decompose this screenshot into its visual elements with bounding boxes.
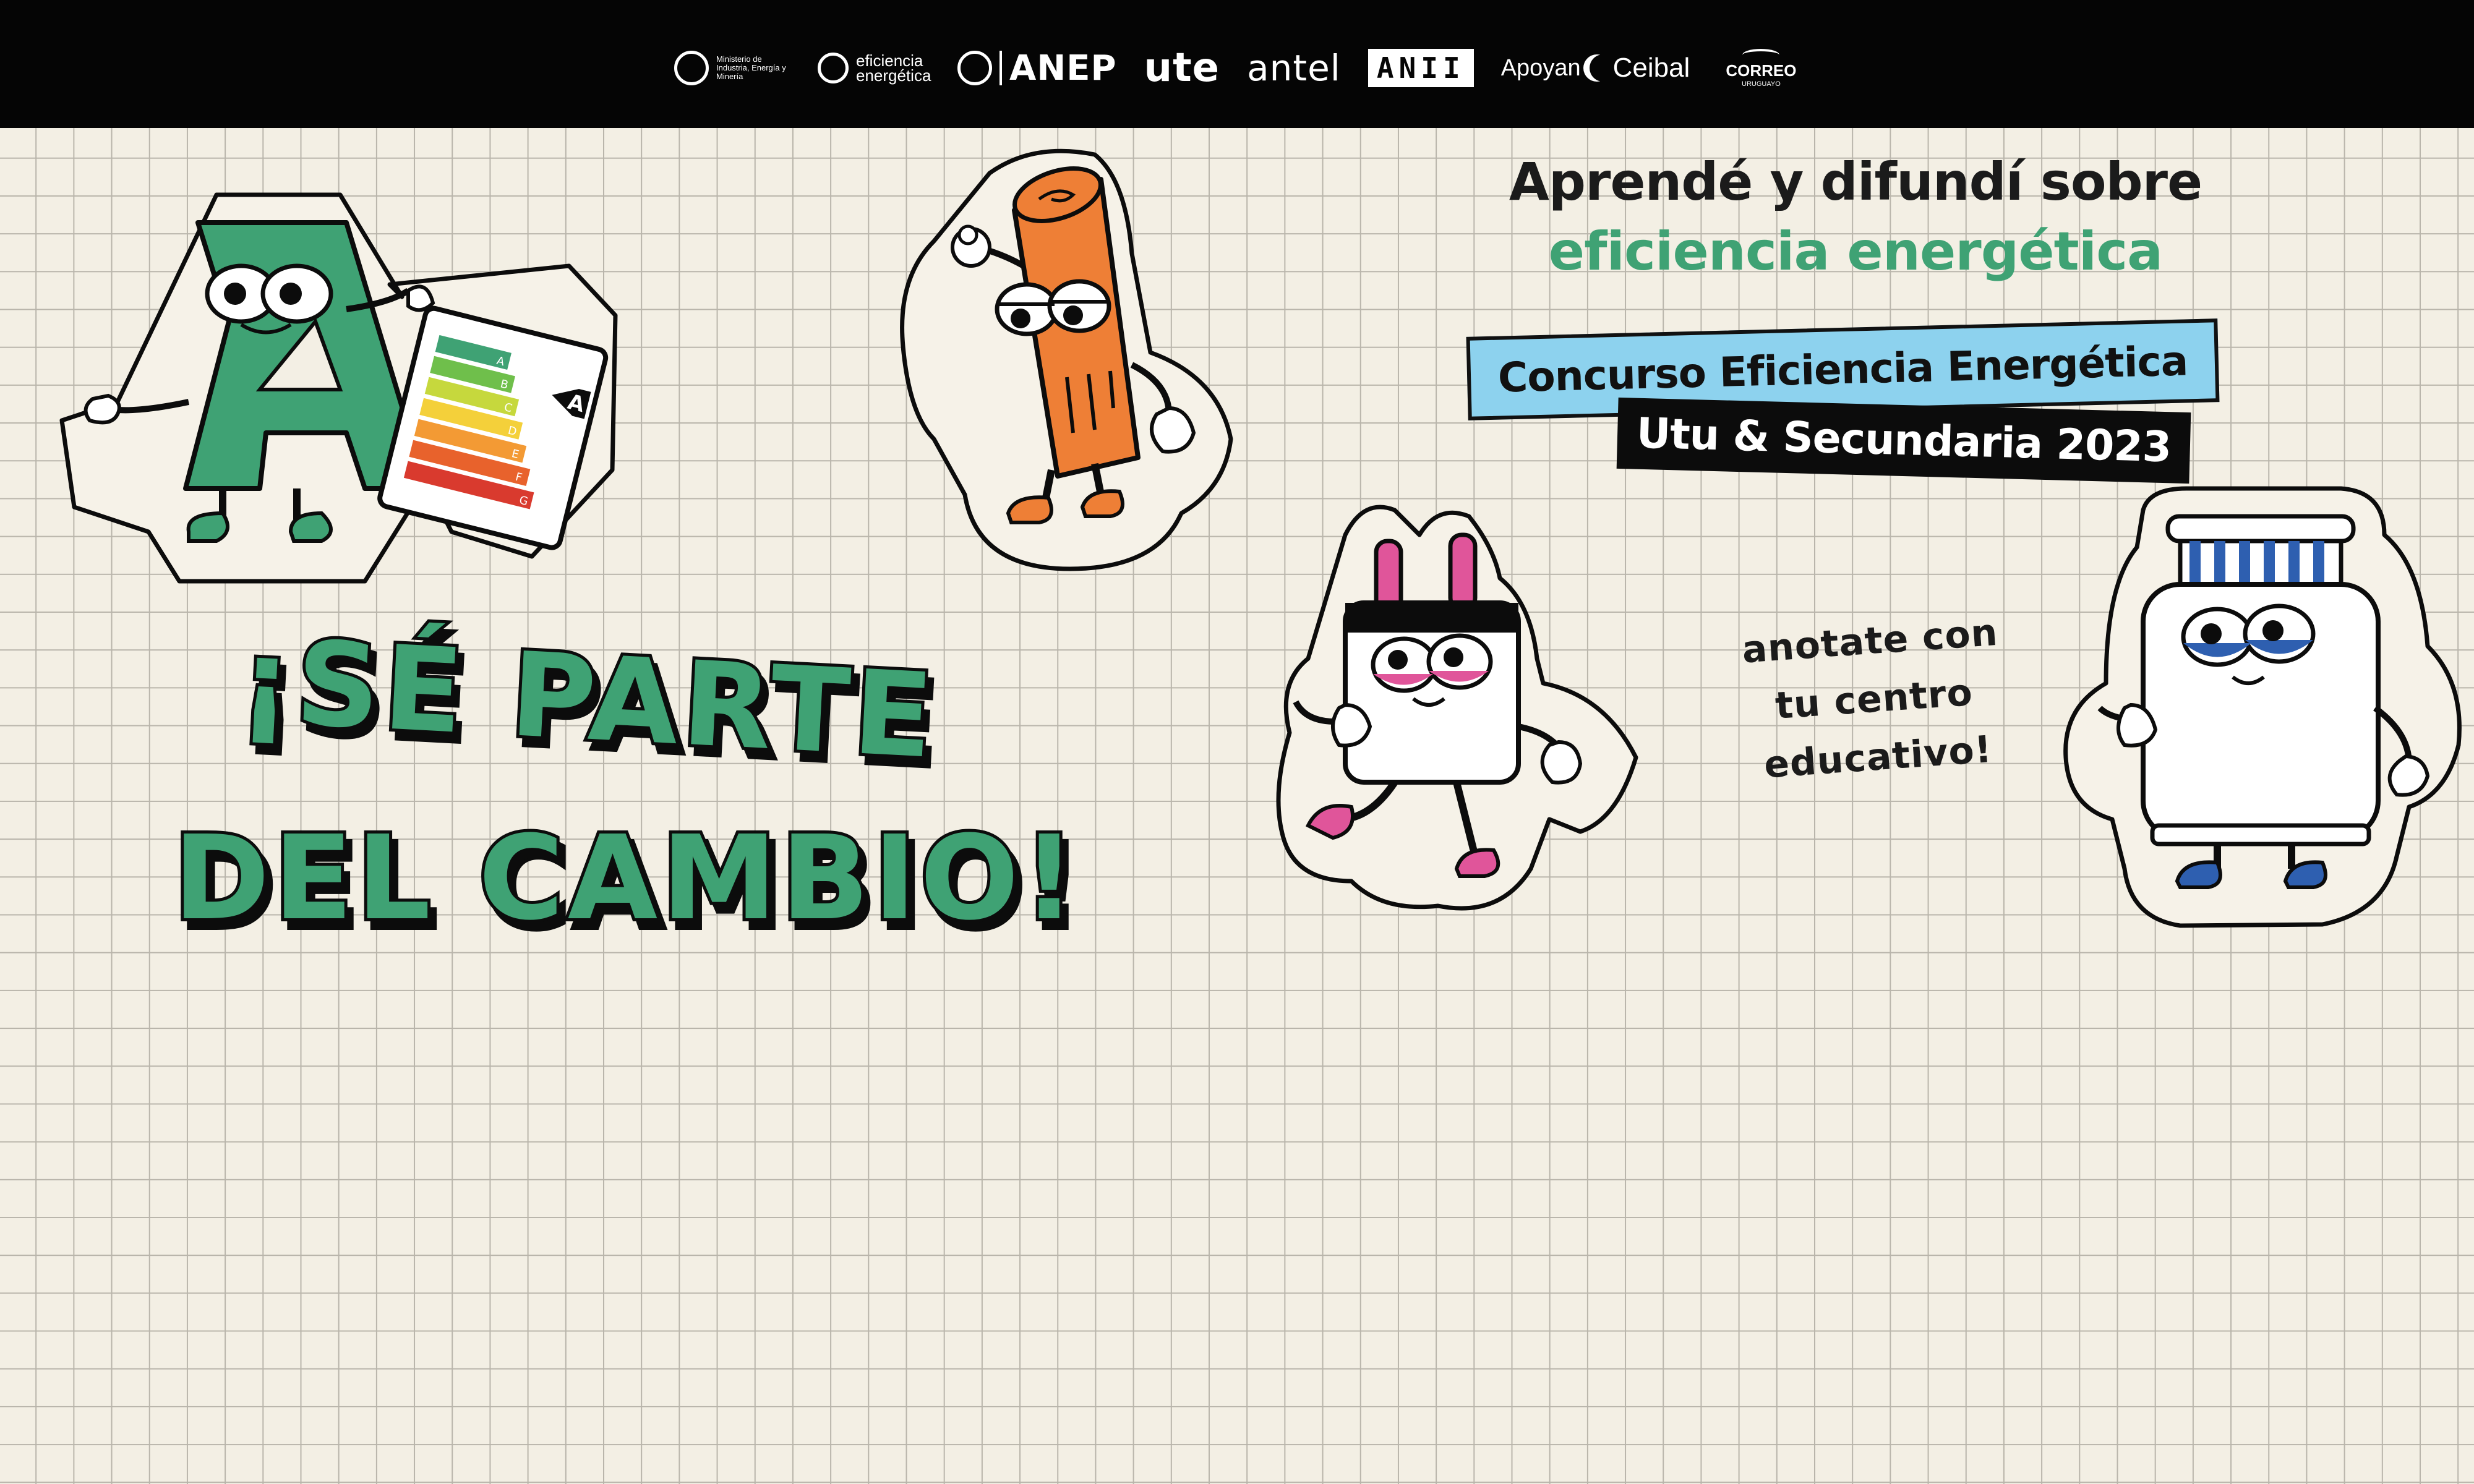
log-sticker [897,142,1243,575]
log-character-icon [900,148,1233,571]
sponsor-bar: Ministerio de Industria, Energía y Miner… [0,0,2474,128]
anii-logo: ANII [1368,49,1474,87]
slogan-line-2: DEL CAMBIO! [173,811,1079,946]
plug-character-icon [1276,505,1638,911]
correo-logo: CORREO URUGUAYO [1726,48,1797,88]
slogan: ¡SÉ PARTE ¡SÉ PARTE DEL CAMBIO! DEL CAMB… [161,566,1150,958]
anep-logo-text: ANEP [1009,48,1117,88]
letter-a-character-icon: A A B C D E F G [59,192,618,584]
plug-sticker [1271,498,1642,918]
headline-line-1: Aprendé y difundí sobre [1509,151,2202,212]
headline-line-2: eficiencia energética [1548,221,2163,283]
contest-subtitle-tag: Utu & Secundaria 2023 [1616,397,2191,484]
ministry-logo: Ministerio de Industria, Energía y Miner… [674,51,790,85]
correo-logo-subtext: URUGUAYO [1742,80,1781,88]
eficiencia-logo-text: eficiencia energética [856,51,931,85]
ministry-logo-text: Ministerio de Industria, Energía y Miner… [716,54,786,81]
eficiencia-logo: eficiencia energética [818,51,931,85]
ute-logo: ute [1144,45,1220,91]
signup-note: anotate con tu centro educativo! [1708,601,2040,798]
divider [999,51,1002,85]
gas-tank-sticker [2063,485,2465,931]
anep-seal-icon [957,51,992,85]
correo-logo-text: CORREO [1726,61,1797,80]
correo-sun-icon [1742,48,1780,61]
ceibal-logo: Ceibal [1612,53,1690,83]
energy-drop-icon [818,53,849,83]
antel-logo: antel [1247,47,1341,89]
apoyan-label: Apoyan [1500,54,1581,81]
gas-tank-character-icon [2063,486,2462,928]
apoyan-group: Apoyan Ceibal [1501,53,1690,83]
uruguay-seal-icon [674,51,709,85]
letter-a-sticker: A A B C D E F G [56,186,625,594]
anep-logo: ANEP [957,48,1117,88]
sponsor-logos: Ministerio de Industria, Energía y Miner… [674,43,1796,93]
